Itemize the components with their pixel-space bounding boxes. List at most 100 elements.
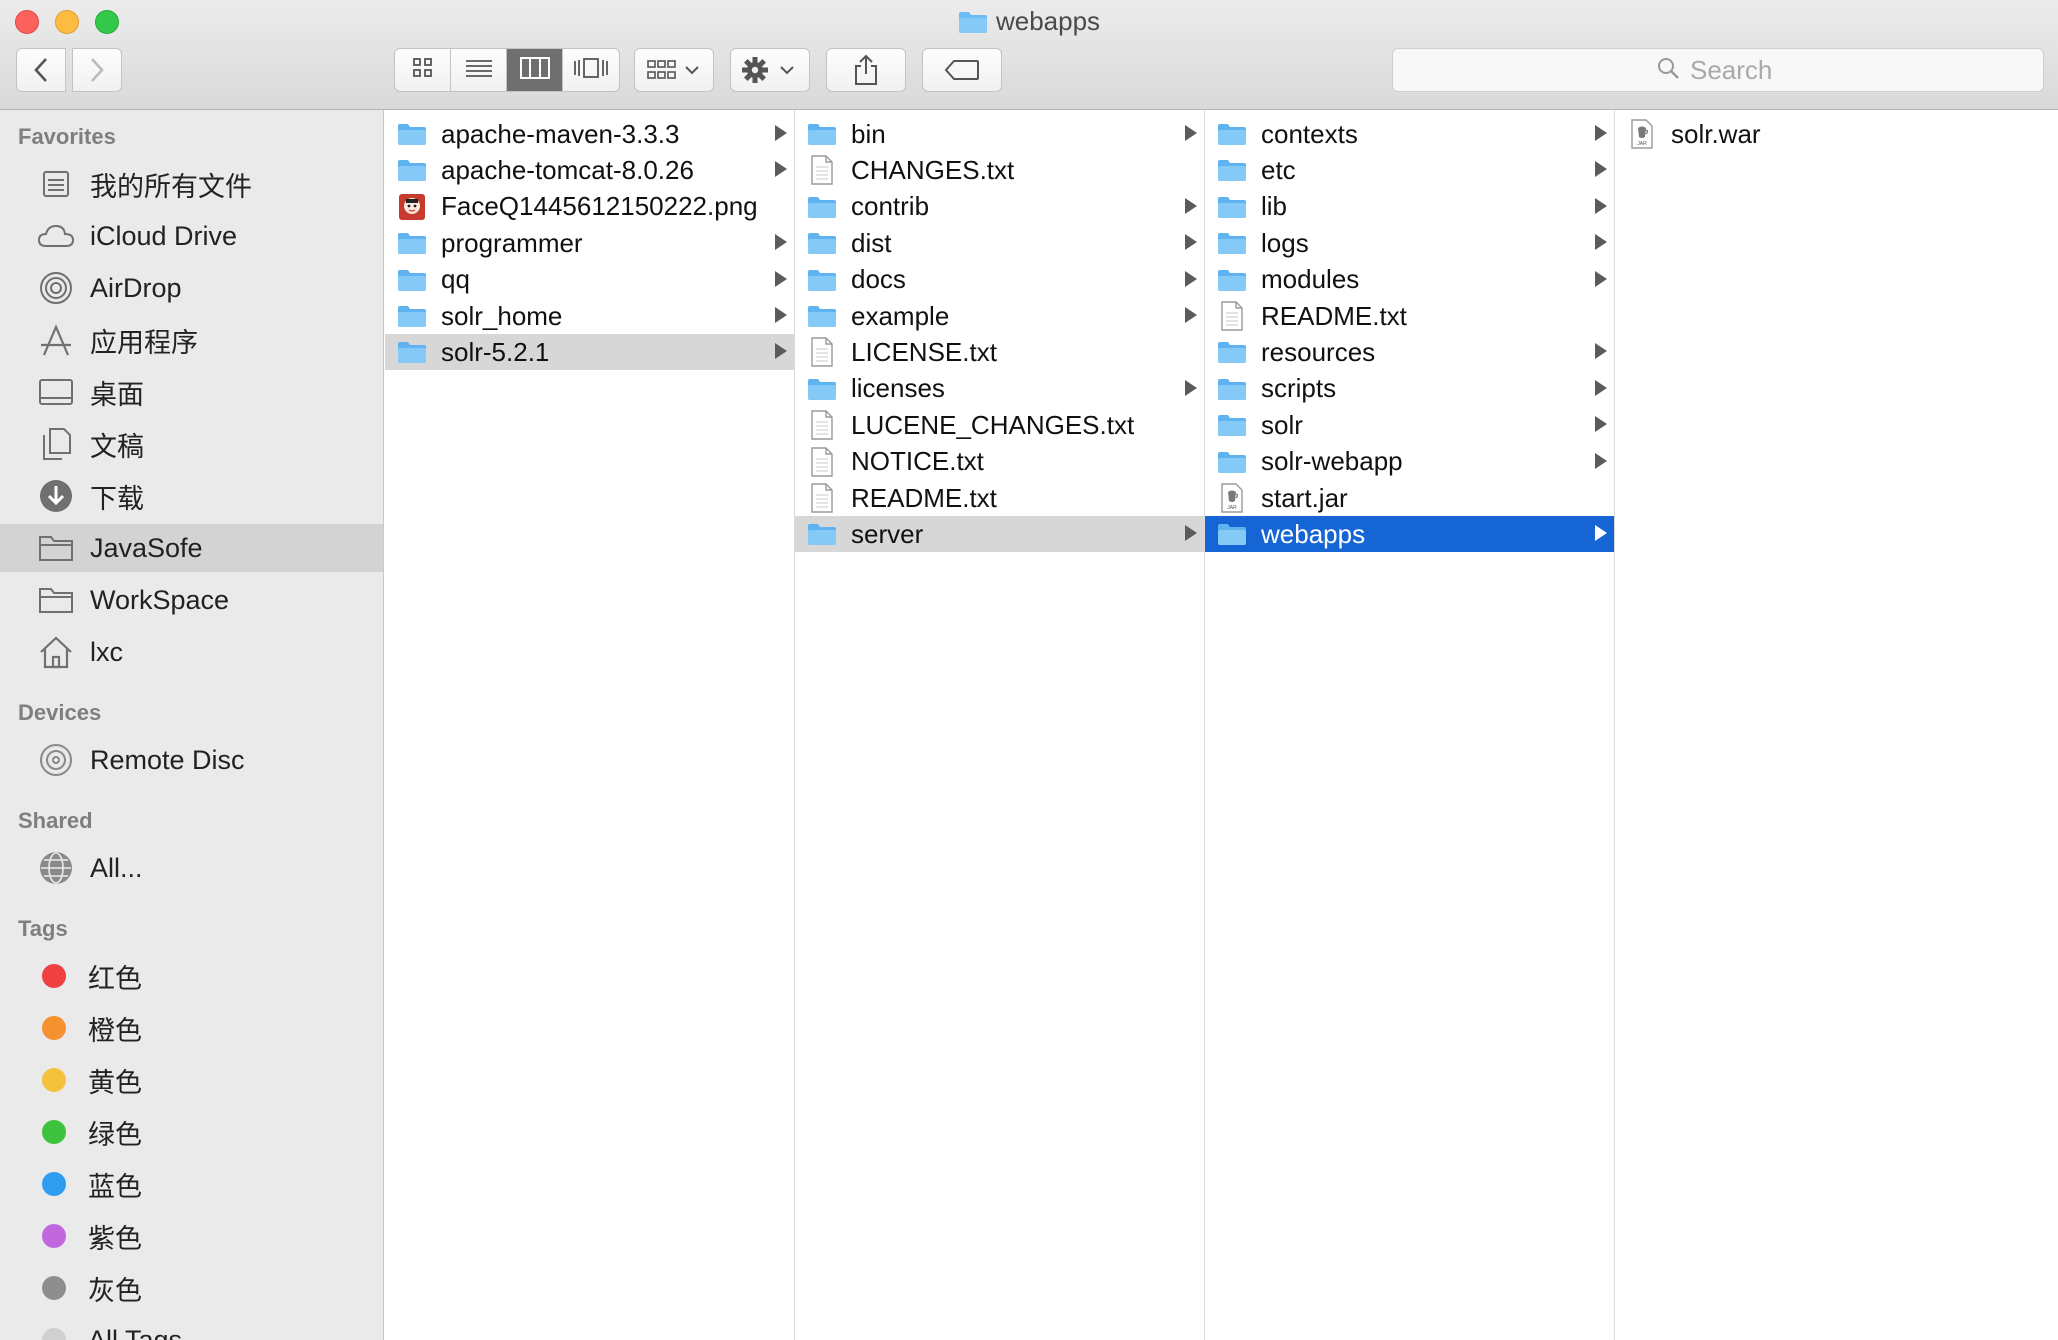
toolbar: webapps [0,0,2058,110]
file-row[interactable]: JAR solr.war [1615,116,2025,152]
file-row[interactable]: README.txt [795,480,1204,516]
search-field[interactable] [1392,48,2044,92]
folder-row[interactable]: contrib [795,189,1204,225]
edit-tags-button[interactable] [922,48,1002,92]
sidebar-tag-yellow[interactable]: 黄色 [0,1056,383,1104]
folder-row[interactable]: logs [1205,225,1614,261]
folder-row[interactable]: modules [1205,262,1614,298]
sidebar-item-home[interactable]: lxc [0,628,383,676]
browser-column-1[interactable]: apache-maven-3.3.3 apache-tomcat-8.0.26 Fa… [385,110,795,1340]
disclosure-arrow-icon [775,307,787,323]
sidebar-item-label: 下载 [90,483,144,514]
column-view-button[interactable] [507,49,563,91]
folder-row[interactable]: solr-webapp [1205,444,1614,480]
tag-color-dot [42,1120,66,1144]
text-document-icon [807,155,837,186]
folder-row[interactable]: example [795,298,1204,334]
folder-row[interactable]: docs [795,262,1204,298]
folder-row[interactable]: solr_home [385,298,794,334]
folder-icon [397,302,427,330]
sidebar-item-shared-all[interactable]: All... [0,844,383,892]
sidebar-tag-green[interactable]: 绿色 [0,1108,383,1156]
folder-icon [807,120,837,148]
folder-icon [1217,193,1247,221]
folder-icon [1217,120,1247,148]
file-row[interactable]: NOTICE.txt [795,444,1204,480]
folder-row[interactable]: contexts [1205,116,1614,152]
airdrop-icon [34,268,78,308]
sidebar-item-documents[interactable]: 文稿 [0,420,383,468]
applications-icon [34,320,78,360]
arrange-button[interactable] [634,48,714,92]
cover-flow-button[interactable] [563,49,619,91]
sidebar-tag-gray[interactable]: 灰色 [0,1264,383,1312]
file-row[interactable]: FaceQ1445612150222.png [385,189,794,225]
text-document-icon [807,483,837,513]
folder-row[interactable]: solr-5.2.1 [385,334,794,371]
home-icon [34,632,78,672]
sidebar-tag-orange[interactable]: 橙色 [0,1004,383,1052]
browser-column-4[interactable]: JAR solr.war [1615,110,2025,1340]
file-row[interactable]: CHANGES.txt [795,152,1204,188]
row-label: example [851,300,950,331]
tag-color-dot [42,964,66,988]
file-row[interactable]: README.txt [1205,298,1614,334]
folder-row[interactable]: dist [795,225,1204,261]
row-label: FaceQ1445612150222.png [441,191,758,222]
tag-color-dot [42,1172,66,1196]
disc-icon [34,740,78,780]
sidebar-item-label: 我的所有文件 [90,171,252,202]
sidebar-item-all-my-files[interactable]: 我的所有文件 [0,160,383,208]
folder-row[interactable]: webapps [1205,516,1614,553]
tag-color-dot [42,1068,66,1092]
sidebar-item-airdrop[interactable]: AirDrop [0,264,383,312]
row-label: server [851,518,924,549]
folder-icon [1217,411,1247,439]
back-button[interactable] [16,48,66,92]
disclosure-arrow-icon [775,234,787,251]
folder-row[interactable]: apache-tomcat-8.0.26 [385,152,794,188]
row-label: resources [1261,336,1376,367]
sidebar-item-label: All... [90,852,143,883]
sidebar-tag-blue[interactable]: 蓝色 [0,1160,383,1208]
folder-icon [807,520,837,548]
sidebar-tag-red[interactable]: 红色 [0,952,383,1000]
sidebar-item-icloud-drive[interactable]: iCloud Drive [0,212,383,260]
folder-row[interactable]: licenses [795,371,1204,407]
folder-row[interactable]: programmer [385,225,794,261]
tag-color-dot [42,1224,66,1248]
action-menu-button[interactable] [730,48,810,92]
folder-row[interactable]: resources [1205,334,1614,370]
folder-row[interactable]: scripts [1205,371,1614,407]
icon-view-button[interactable] [395,49,451,91]
sidebar-item-desktop[interactable]: 桌面 [0,368,383,416]
folder-row[interactable]: lib [1205,189,1614,225]
file-row[interactable]: LUCENE_CHANGES.txt [795,407,1204,443]
browser-column-2[interactable]: bin CHANGES.txt contrib dist docs example LICE… [795,110,1205,1340]
folder-row[interactable]: bin [795,116,1204,152]
file-row[interactable]: LICENSE.txt [795,334,1204,370]
share-icon [853,54,879,86]
sidebar-item-javasofe[interactable]: JavaSofe [0,524,383,572]
row-label: webapps [1261,518,1366,549]
folder-row[interactable]: solr [1205,407,1614,443]
sidebar-tag-all-tags[interactable]: All Tags [0,1316,383,1340]
sidebar-tag-purple[interactable]: 紫色 [0,1212,383,1260]
sidebar-item-downloads[interactable]: 下载 [0,472,383,520]
sidebar-item-remote-disc[interactable]: Remote Disc [0,736,383,784]
forward-button[interactable] [72,48,122,92]
share-button[interactable] [826,48,906,92]
window-title: webapps [0,6,2058,41]
search-input[interactable] [1690,54,1780,86]
sidebar-item-workspace[interactable]: WorkSpace [0,576,383,624]
list-view-button[interactable] [451,49,507,91]
tag-icon [944,59,980,81]
sidebar-item-applications[interactable]: 应用程序 [0,316,383,364]
folder-row[interactable]: qq [385,262,794,298]
file-row[interactable]: JAR start.jar [1205,480,1614,516]
folder-row[interactable]: server [795,516,1204,553]
folder-row[interactable]: etc [1205,152,1614,188]
disclosure-arrow-icon [1595,161,1607,178]
browser-column-3[interactable]: contexts etc lib logs modules README.txt resou… [1205,110,1615,1340]
folder-row[interactable]: apache-maven-3.3.3 [385,116,794,152]
